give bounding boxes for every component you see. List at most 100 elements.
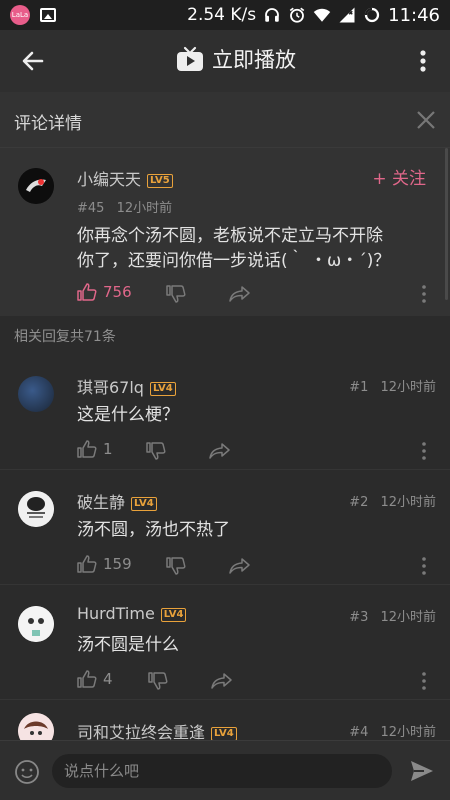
- reply-meta: #3 12小时前: [349, 606, 436, 625]
- like-count: 1: [103, 440, 113, 458]
- timestamp: 12小时前: [380, 380, 436, 395]
- share-icon[interactable]: [229, 557, 251, 575]
- thumbs-down-icon[interactable]: [166, 557, 186, 575]
- network-speed: 2.54 K/s: [187, 5, 257, 25]
- level-badge: LV5: [147, 174, 173, 188]
- comment-detail-title: 评论详情: [14, 114, 82, 134]
- alarm-icon: [289, 7, 305, 23]
- play-now-title: 立即播放: [212, 48, 296, 72]
- comment-input[interactable]: [52, 754, 392, 788]
- play-now-button[interactable]: 立即播放: [176, 44, 296, 74]
- username-text: 琪哥67lq: [77, 378, 144, 397]
- thumbs-down-icon[interactable]: [146, 442, 166, 460]
- timestamp: 12小时前: [380, 610, 436, 625]
- avatar[interactable]: [18, 168, 54, 204]
- avatar-image: [18, 491, 54, 527]
- status-bar: LaLa 2.54 K/s 11:46: [0, 0, 450, 30]
- reply-item: 司和艾拉终会重逢 LV4 #4 12小时前: [0, 701, 450, 740]
- like-button[interactable]: 159: [77, 555, 132, 573]
- reply-item: 破生静 LV4 #2 12小时前 汤不圆，汤也不热了 159: [0, 471, 450, 585]
- share-icon[interactable]: [209, 442, 231, 460]
- reply-item: 琪哥67lq LV4 #1 12小时前 这是什么梗？ 1: [0, 356, 450, 470]
- floor-number: #2: [349, 495, 369, 510]
- reply-meta: #4 12小时前: [349, 721, 436, 740]
- floor-number: #3: [349, 610, 369, 625]
- back-arrow-icon[interactable]: [18, 46, 48, 76]
- close-icon[interactable]: [414, 108, 438, 132]
- reply-text: 这是什么梗？: [77, 405, 179, 425]
- like-button[interactable]: 756: [77, 283, 132, 301]
- reply-item: HurdTime LV4 #3 12小时前 汤不圆是什么 4: [0, 586, 450, 700]
- reply-options-icon[interactable]: [421, 441, 427, 461]
- emoji-icon[interactable]: [14, 759, 40, 785]
- send-icon[interactable]: [408, 757, 436, 785]
- avatar-image: [18, 713, 54, 740]
- like-count: 4: [103, 670, 113, 688]
- follow-button[interactable]: + 关注: [372, 164, 426, 189]
- top-toolbar: 立即播放: [0, 30, 450, 92]
- scrollbar[interactable]: [445, 148, 448, 300]
- reply-options-icon[interactable]: [421, 671, 427, 691]
- related-replies-count: 相关回复共71条: [14, 329, 116, 345]
- level-badge: LV4: [131, 497, 157, 511]
- comment-text: 你再念个汤不圆，老板说不定立马不开除 你了，还要问你借一步说话(｀ ・ω・´)？: [77, 224, 437, 274]
- username[interactable]: 司和艾拉终会重逢 LV4: [77, 719, 237, 740]
- username[interactable]: 小编天天 LV5: [77, 166, 173, 190]
- comment-text-line: 你了，还要问你借一步说话(｀ ・ω・´)？: [77, 251, 391, 271]
- username[interactable]: 琪哥67lq LV4: [77, 374, 176, 398]
- like-button[interactable]: 4: [77, 670, 113, 688]
- like-count: 756: [103, 283, 132, 301]
- timestamp: 12小时前: [380, 725, 436, 740]
- headphones-icon: [265, 8, 280, 22]
- floor-number: #4: [349, 725, 369, 740]
- avatar[interactable]: [18, 606, 54, 642]
- floor-number: #45: [77, 201, 105, 216]
- reply-meta: #1 12小时前: [349, 376, 436, 395]
- username-text: 司和艾拉终会重逢: [77, 723, 206, 740]
- more-options-icon[interactable]: [408, 46, 438, 76]
- thumbs-up-icon: [77, 283, 97, 301]
- cellular-signal-icon: [339, 7, 355, 23]
- thumbs-up-icon: [77, 440, 97, 458]
- level-badge: LV4: [149, 382, 176, 396]
- main-comment: 小编天天 LV5 + 关注 #45 12小时前 你再念个汤不圆，老板说不定立马不开…: [0, 148, 450, 316]
- username-text: 破生静: [77, 493, 126, 512]
- reply-meta: #2 12小时前: [349, 491, 436, 510]
- share-icon[interactable]: [229, 285, 251, 303]
- reply-text: 汤不圆是什么: [77, 635, 179, 655]
- avatar[interactable]: [18, 376, 54, 412]
- comment-options-icon[interactable]: [421, 284, 427, 304]
- floor-number: #1: [349, 380, 369, 395]
- level-badge: LV4: [211, 727, 237, 740]
- avatar-image: [18, 606, 54, 642]
- thumbs-down-icon[interactable]: [148, 672, 168, 690]
- comment-text-line: 你再念个汤不圆，老板说不定立马不开除: [77, 226, 383, 246]
- avatar-image: [18, 168, 54, 204]
- comment-detail-header: 评论详情: [0, 92, 450, 148]
- reply-options-icon[interactable]: [421, 556, 427, 576]
- username[interactable]: HurdTime LV4: [77, 604, 187, 623]
- avatar[interactable]: [18, 713, 54, 740]
- thumbs-up-icon: [77, 555, 97, 573]
- thumbs-down-icon[interactable]: [166, 285, 186, 303]
- timestamp: 12小时前: [380, 495, 436, 510]
- avatar[interactable]: [18, 491, 54, 527]
- like-button[interactable]: 1: [77, 440, 113, 458]
- like-count: 159: [103, 555, 132, 573]
- battery-ring-icon: [365, 7, 380, 23]
- username-text: HurdTime: [77, 604, 155, 623]
- app-notification-icon: LaLa: [10, 5, 30, 25]
- clock: 11:46: [388, 4, 440, 26]
- username-text: 小编天天: [77, 170, 142, 189]
- timestamp: 12小时前: [116, 201, 173, 216]
- reply-text: 汤不圆，汤也不热了: [77, 520, 230, 540]
- level-badge: LV4: [160, 608, 187, 622]
- thumbs-up-icon: [77, 670, 97, 688]
- comment-input-bar: [0, 740, 450, 800]
- image-notification-icon: [40, 8, 56, 22]
- tv-play-icon: [177, 46, 203, 71]
- wifi-icon: [313, 8, 331, 22]
- comment-meta: #45 12小时前: [77, 197, 172, 216]
- share-icon[interactable]: [211, 672, 233, 690]
- username[interactable]: 破生静 LV4: [77, 489, 157, 513]
